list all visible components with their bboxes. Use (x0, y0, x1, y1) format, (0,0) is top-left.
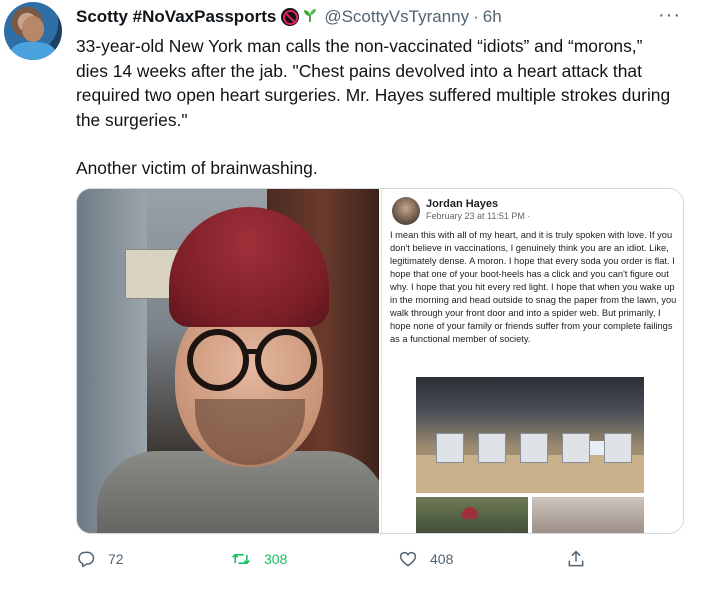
fb-gym-booth (478, 433, 506, 463)
fb-gym-photo (416, 377, 644, 493)
seedling-icon (302, 7, 318, 28)
retweet-icon (230, 549, 252, 569)
share-button[interactable] (566, 546, 586, 572)
photo-glasses-lens (255, 329, 317, 391)
share-icon (566, 549, 586, 569)
like-count: 408 (430, 551, 454, 567)
heart-icon (398, 549, 418, 569)
fb-gym-booth (604, 433, 632, 463)
fb-author-name: Jordan Hayes (426, 198, 499, 210)
fb-thumb-photo (532, 497, 644, 533)
photo-glasses-bridge (247, 349, 259, 354)
reply-button[interactable]: 72 (76, 546, 124, 572)
fb-gym-booth (520, 433, 548, 463)
tweet-timestamp[interactable]: 6h (483, 7, 502, 27)
portrait-photo[interactable] (77, 189, 379, 533)
fb-gym-booth (562, 433, 590, 463)
display-name[interactable]: Scotty #NoVaxPassports (76, 7, 276, 27)
fb-post-text: I mean this with all of my heart, and it… (390, 229, 678, 346)
tweet-paragraph: 33-year-old New York man calls the non-v… (76, 36, 671, 130)
fb-avatar (392, 197, 420, 225)
avatar-face (22, 16, 44, 42)
retweet-button[interactable]: 308 (230, 546, 287, 572)
retweet-count: 308 (264, 551, 288, 567)
author-handle[interactable]: @ScottyVsTyranny (324, 7, 469, 27)
reply-icon (76, 549, 96, 569)
photo-glasses-lens (187, 329, 249, 391)
screenshot-photo[interactable]: Jordan Hayes February 23 at 11:51 PM · I… (381, 189, 683, 533)
tweet[interactable]: Scotty #NoVaxPassports @ScottyVsTyranny … (0, 0, 703, 589)
tweet-actions: 72 308 408 (76, 546, 676, 572)
fb-post-body: I mean this with all of my heart, and it… (390, 230, 677, 344)
avatar[interactable] (4, 2, 62, 60)
tweet-header: Scotty #NoVaxPassports @ScottyVsTyranny … (76, 6, 502, 28)
like-button[interactable]: 408 (398, 546, 453, 572)
fb-thumb-beanie (462, 507, 478, 519)
tweet-text: 33-year-old New York man calls the non-v… (76, 34, 676, 181)
media-grid[interactable]: Jordan Hayes February 23 at 11:51 PM · I… (76, 188, 684, 534)
fb-post-date: February 23 at 11:51 PM · (426, 211, 531, 221)
avatar-shirt (10, 42, 56, 60)
more-options-button[interactable]: ··· (658, 4, 681, 27)
fb-thumb-photo (416, 497, 528, 533)
reply-count: 72 (108, 551, 124, 567)
separator-dot: · (473, 7, 479, 26)
tweet-paragraph: Another victim of brainwashing. (76, 158, 318, 178)
no-entry-icon (281, 8, 300, 26)
fb-gym-booth (436, 433, 464, 463)
